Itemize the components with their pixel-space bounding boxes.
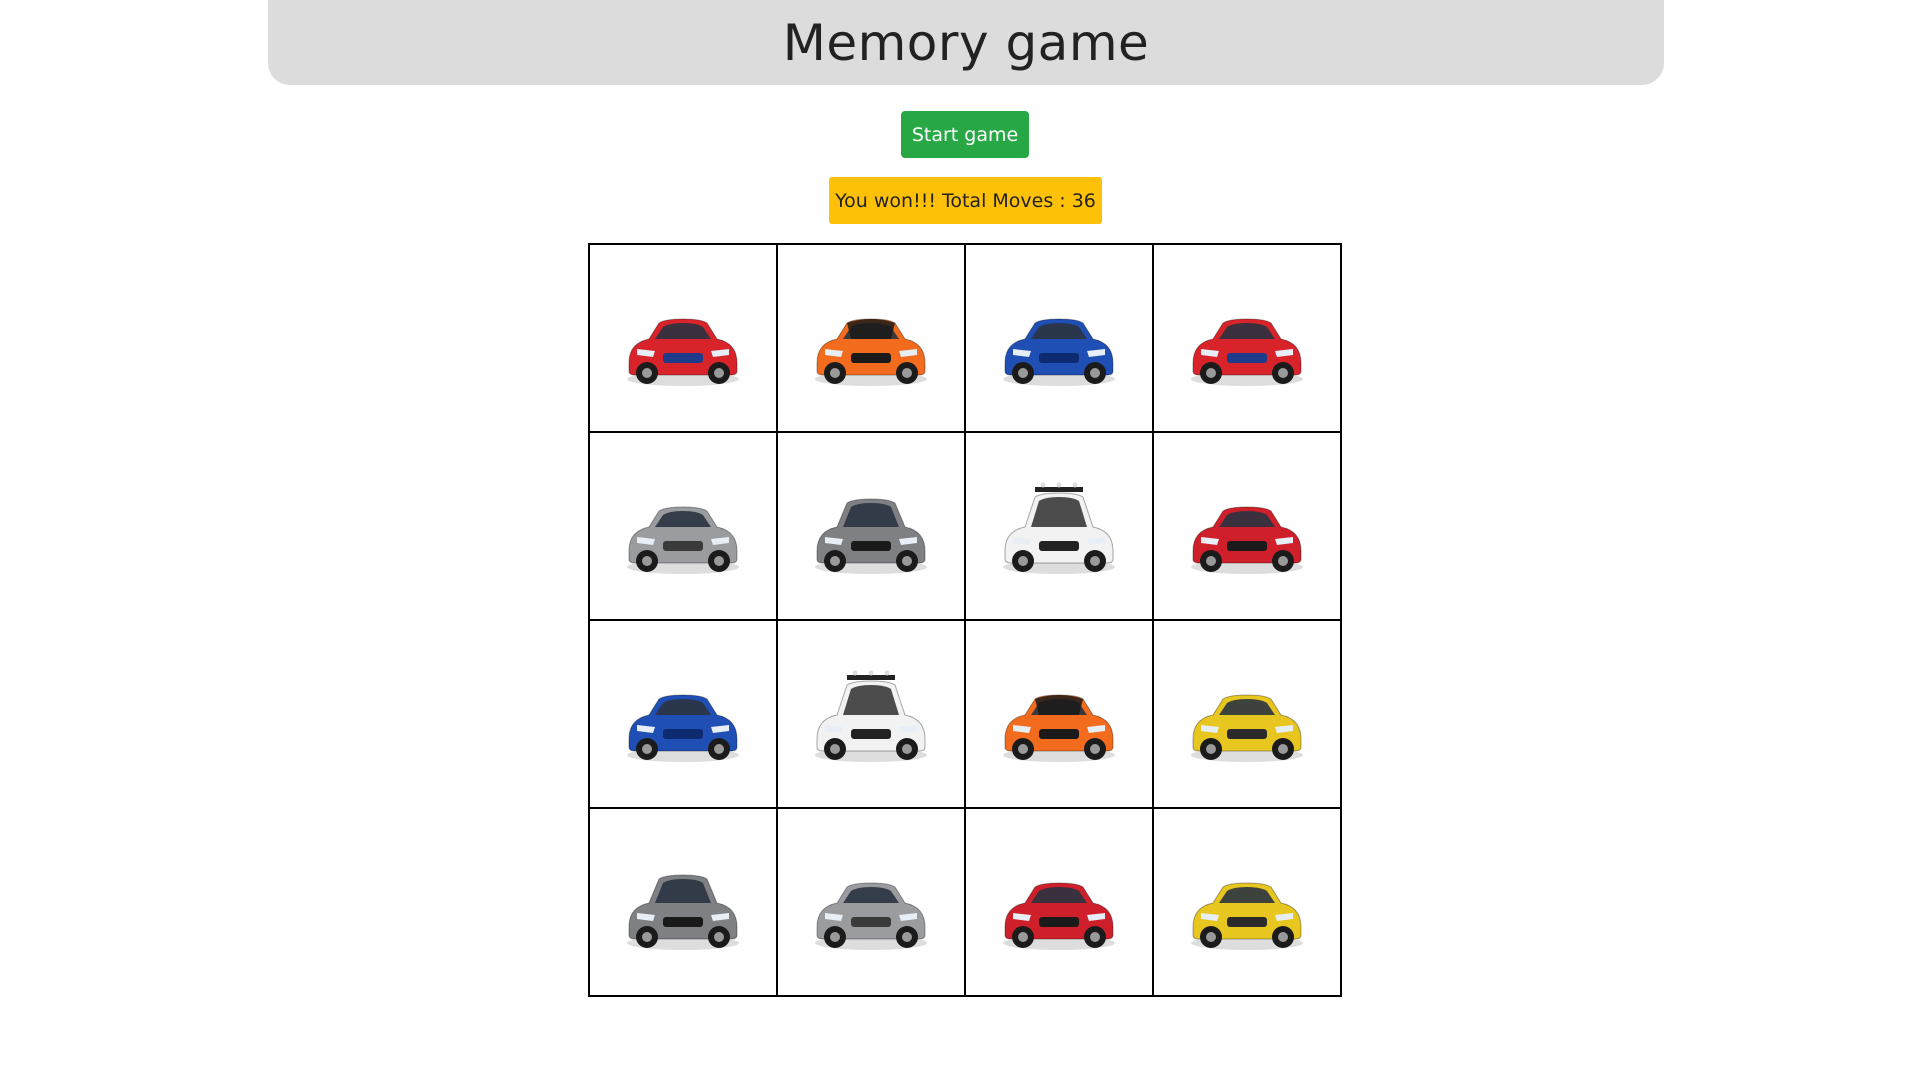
grey-audi-icon [627,874,739,950]
card-orange-sport[interactable] [777,244,965,432]
card-yellow-ferrari[interactable] [1153,808,1341,996]
grey-audi-icon [815,498,927,574]
white-jeep-icon [1003,482,1115,574]
red-bmw-i8-icon [1191,318,1303,386]
blue-ford-gt-icon [627,694,739,762]
card-white-jeep[interactable] [965,432,1153,620]
orange-sport-icon [815,318,927,386]
card-orange-sport[interactable] [965,620,1153,808]
blue-ford-gt-icon [1003,318,1115,386]
card-red-acura-nsx[interactable] [1153,432,1341,620]
card-red-acura-nsx[interactable] [965,808,1153,996]
start-game-button[interactable]: Start game [901,111,1029,158]
silver-mercedes-amg-icon [815,882,927,950]
yellow-ferrari-icon [1191,882,1303,950]
orange-sport-icon [1003,694,1115,762]
silver-mercedes-amg-icon [627,506,739,574]
card-red-bmw-i8[interactable] [1153,244,1341,432]
card-grey-audi[interactable] [589,808,777,996]
card-silver-mercedes-amg[interactable] [589,432,777,620]
card-silver-mercedes-amg[interactable] [777,808,965,996]
red-bmw-i8-icon [627,318,739,386]
red-acura-nsx-icon [1191,506,1303,574]
win-status-badge: You won!!! Total Moves : 36 [829,177,1102,224]
card-grey-audi[interactable] [777,432,965,620]
card-blue-ford-gt[interactable] [589,620,777,808]
memory-board [588,243,1342,997]
white-jeep-icon [815,670,927,762]
page-header: Memory game [268,0,1664,85]
card-blue-ford-gt[interactable] [965,244,1153,432]
red-acura-nsx-icon [1003,882,1115,950]
card-yellow-ferrari[interactable] [1153,620,1341,808]
card-white-jeep[interactable] [777,620,965,808]
yellow-ferrari-icon [1191,694,1303,762]
page-title: Memory game [782,13,1150,72]
card-red-bmw-i8[interactable] [589,244,777,432]
